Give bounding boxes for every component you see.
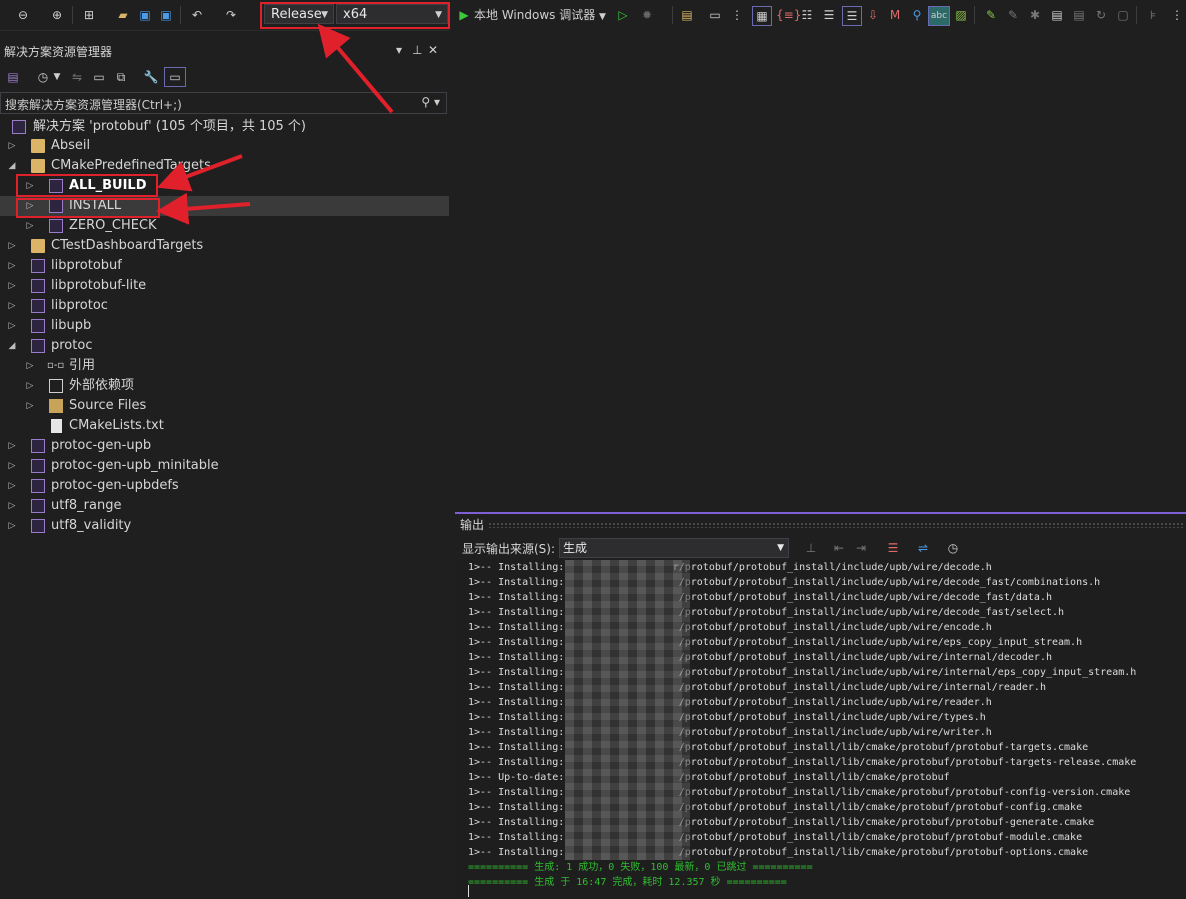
arrow-to-all-build [157, 154, 243, 192]
arrow-to-install [156, 192, 251, 225]
arrow-to-config [317, 23, 394, 114]
annotation-arrows [156, 23, 394, 225]
